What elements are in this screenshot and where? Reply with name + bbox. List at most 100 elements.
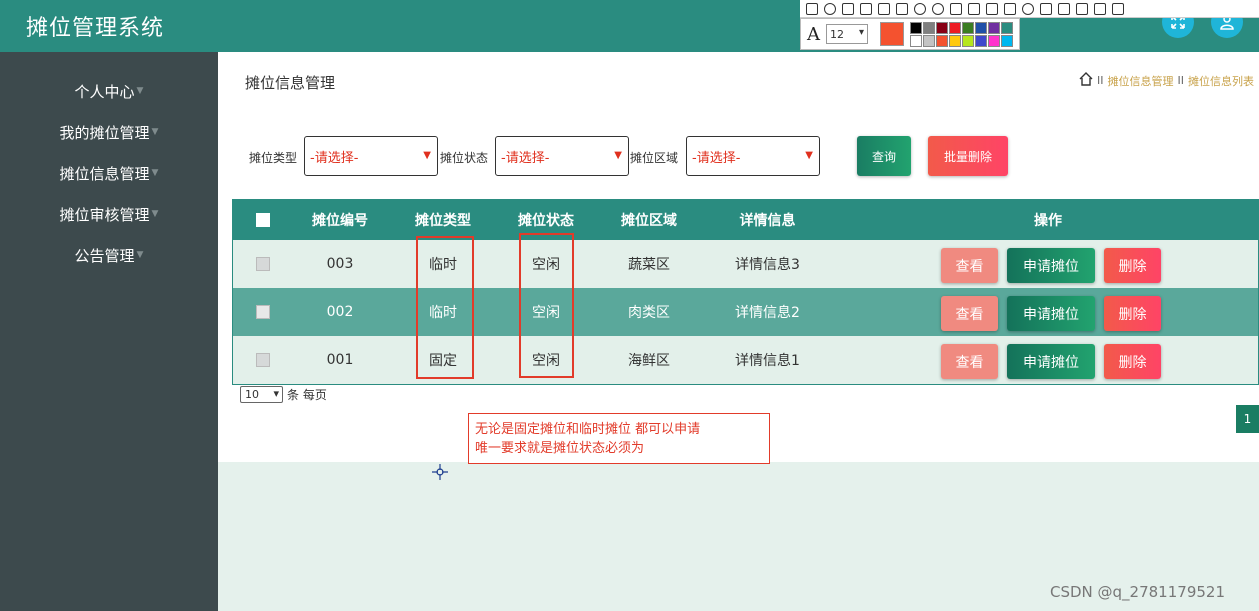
header-type: 摊位类型 [415, 213, 471, 229]
type-filter-select[interactable]: -请选择- ▼ [304, 136, 438, 176]
font-size-select[interactable]: 12 [826, 24, 868, 44]
rect-tool-icon[interactable] [806, 2, 818, 15]
query-button[interactable]: 查询 [857, 136, 911, 176]
sidebar-item-profile[interactable]: 个人中心 ▼ [0, 76, 218, 106]
cell-detail: 详情信息2 [735, 305, 800, 321]
sidebar-item-announcements[interactable]: 公告管理 ▼ [0, 240, 218, 270]
type-filter-value: -请选择- [310, 150, 359, 166]
chevron-down-icon: ▼ [151, 168, 159, 178]
apply-stall-button[interactable]: 申请摊位 [1007, 248, 1095, 283]
header-actions: 操作 [1034, 213, 1062, 229]
sidebar-item-label: 我的摊位管理 [59, 123, 150, 142]
text-tool-icon[interactable] [896, 2, 908, 15]
bookmark-icon[interactable] [1076, 2, 1088, 15]
palette-swatch[interactable] [962, 34, 974, 47]
palette-swatch[interactable] [936, 21, 948, 34]
chevron-down-icon: ▼ [614, 150, 622, 161]
status-filter-select[interactable]: -请选择- ▼ [495, 136, 629, 176]
view-button[interactable]: 查看 [941, 344, 998, 379]
row-select-cell [253, 240, 273, 288]
delete-button[interactable]: 删除 [1104, 248, 1161, 283]
palette-swatch[interactable] [949, 34, 961, 47]
download-icon[interactable] [1040, 2, 1052, 15]
batch-delete-button[interactable]: 批量删除 [928, 136, 1008, 176]
crop-icon[interactable] [986, 2, 998, 15]
copy-icon[interactable] [968, 2, 980, 15]
view-button[interactable]: 查看 [941, 248, 998, 283]
palette-swatch[interactable] [949, 21, 961, 34]
palette-swatch[interactable] [988, 34, 1000, 47]
delete-button[interactable]: 删除 [1104, 344, 1161, 379]
table-row: 003 临时 空闲 蔬菜区 详情信息3 查看 申请摊位 删除 [233, 240, 1258, 288]
header-area: 摊位区域 [621, 213, 677, 229]
apply-stall-button[interactable]: 申请摊位 [1007, 344, 1095, 379]
cell-id: 003 [326, 256, 354, 272]
sidebar-item-label: 公告管理 [74, 246, 135, 265]
sidebar-item-my-stalls[interactable]: 我的摊位管理 ▼ [0, 117, 218, 147]
row-checkbox[interactable] [256, 305, 270, 319]
delete-button[interactable]: 删除 [1104, 296, 1161, 331]
table-header: 摊位编号 摊位类型 摊位状态 摊位区域 详情信息 操作 [233, 200, 1258, 240]
area-filter-select[interactable]: -请选择- ▼ [686, 136, 820, 176]
sidebar: 个人中心 ▼ 我的摊位管理 ▼ 摊位信息管理 ▼ 摊位审核管理 ▼ 公告管理 ▼ [0, 52, 218, 611]
palette-swatch[interactable] [1001, 21, 1013, 34]
view-button[interactable]: 查看 [941, 296, 998, 331]
page-title: 摊位信息管理 [245, 74, 336, 92]
snip-text-options: A 12 [800, 18, 1020, 50]
save-icon[interactable] [1058, 2, 1070, 15]
row-checkbox[interactable] [256, 353, 270, 367]
record-icon[interactable] [1022, 2, 1034, 15]
palette-swatch[interactable] [936, 34, 948, 47]
palette-swatch[interactable] [962, 21, 974, 34]
page-number-button[interactable]: 1 [1236, 405, 1259, 433]
breadcrumb-item[interactable]: 摊位信息管理 [1108, 73, 1174, 89]
chevron-down-icon: ▼ [136, 250, 144, 260]
annotation-note: 无论是固定摊位和临时摊位 都可以申请 唯一要求就是摊位状态必须为 [468, 413, 770, 464]
page-size-select[interactable]: 10 [240, 386, 283, 403]
select-all-checkbox[interactable] [256, 213, 270, 227]
breadcrumb: II 摊位信息管理 II 摊位信息列表 [1079, 72, 1254, 89]
cell-detail: 详情信息1 [735, 353, 800, 369]
palette-swatch[interactable] [910, 34, 922, 47]
palette-swatch[interactable] [923, 34, 935, 47]
breadcrumb-item[interactable]: 摊位信息列表 [1188, 73, 1254, 89]
sidebar-item-stall-info[interactable]: 摊位信息管理 ▼ [0, 158, 218, 188]
home-icon[interactable] [1079, 72, 1093, 89]
marker-tool-icon[interactable] [878, 2, 890, 15]
palette-swatch[interactable] [923, 21, 935, 34]
breadcrumb-separator: II [1177, 74, 1185, 87]
current-color-swatch[interactable] [880, 22, 904, 46]
arrow-tool-icon[interactable] [842, 2, 854, 15]
note-line-2: 唯一要求就是摊位状态必须为 [475, 441, 645, 456]
chevron-down-icon: ▼ [151, 127, 159, 137]
cell-area: 蔬菜区 [628, 257, 670, 273]
pen-tool-icon[interactable] [860, 2, 872, 15]
palette-swatch[interactable] [975, 21, 987, 34]
number-tool-icon[interactable] [914, 2, 926, 15]
palette-swatch[interactable] [988, 21, 1000, 34]
status-column-highlight [519, 233, 574, 378]
apply-stall-button[interactable]: 申请摊位 [1007, 296, 1095, 331]
header-detail: 详情信息 [739, 213, 796, 229]
row-checkbox[interactable] [256, 257, 270, 271]
sidebar-item-label: 个人中心 [74, 82, 135, 101]
table-row: 001 固定 空闲 海鲜区 详情信息1 查看 申请摊位 删除 [233, 336, 1258, 384]
pin-icon[interactable] [1004, 2, 1016, 15]
undo-icon[interactable] [932, 2, 944, 15]
cell-area: 海鲜区 [628, 353, 670, 369]
palette-swatch[interactable] [910, 21, 922, 34]
chevron-down-icon: ▼ [423, 150, 431, 161]
palette-swatch[interactable] [975, 34, 987, 47]
chevron-down-icon: ▼ [151, 209, 159, 219]
palette-swatch[interactable] [1001, 34, 1013, 47]
table-row: 002 临时 空闲 肉类区 详情信息2 查看 申请摊位 删除 [233, 288, 1258, 336]
close-icon[interactable] [1094, 2, 1106, 15]
confirm-icon[interactable] [1112, 2, 1124, 15]
area-filter-value: -请选择- [692, 150, 741, 166]
stall-table: 摊位编号 摊位类型 摊位状态 摊位区域 详情信息 操作 003 临时 空闲 蔬菜… [232, 199, 1259, 385]
ellipse-tool-icon[interactable] [824, 2, 836, 15]
color-palette [910, 21, 1013, 47]
mosaic-tool-icon[interactable] [950, 2, 962, 15]
sidebar-item-stall-review[interactable]: 摊位审核管理 ▼ [0, 199, 218, 229]
status-filter-value: -请选择- [501, 150, 550, 166]
